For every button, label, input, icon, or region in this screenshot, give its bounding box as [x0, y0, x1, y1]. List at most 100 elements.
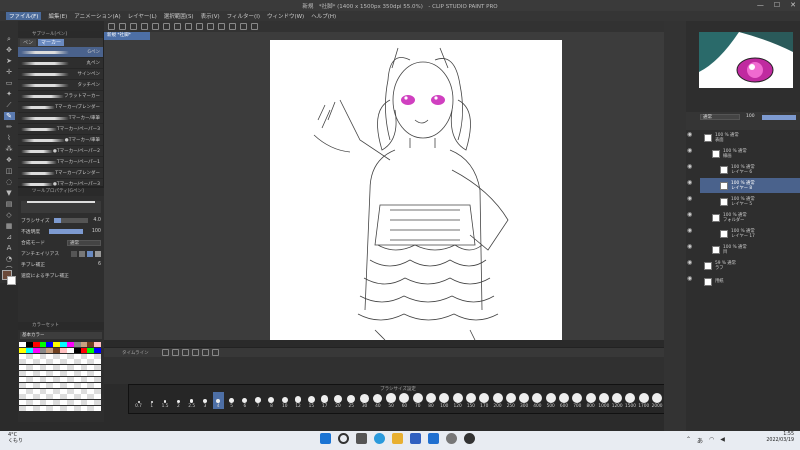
- layer-visibility-icon[interactable]: ◉: [687, 227, 692, 234]
- color-swatch[interactable]: [94, 382, 101, 388]
- auto-select-icon[interactable]: ✦: [4, 90, 15, 98]
- color-swatch[interactable]: [87, 347, 95, 353]
- brush-size-option[interactable]: 100: [439, 392, 450, 409]
- color-swatch[interactable]: [94, 342, 101, 347]
- brush-size-option[interactable]: 1000: [598, 392, 609, 409]
- color-swatch[interactable]: [87, 353, 95, 359]
- layer-visibility-icon[interactable]: ◉: [687, 243, 692, 250]
- drawing-canvas[interactable]: [270, 40, 562, 340]
- selection-tool-icon[interactable]: ▭: [4, 79, 15, 87]
- brush-item[interactable]: Gペン: [18, 47, 103, 58]
- brush-size-option[interactable]: 10: [279, 392, 290, 409]
- color-swatch[interactable]: [25, 347, 33, 353]
- color-swatch[interactable]: [46, 388, 54, 394]
- color-swatch[interactable]: [73, 365, 81, 371]
- crop-icon[interactable]: [196, 23, 203, 30]
- color-swatch[interactable]: [87, 406, 95, 412]
- loop-icon[interactable]: [201, 349, 209, 356]
- color-swatch[interactable]: [32, 371, 40, 377]
- brush-size-option[interactable]: 8: [266, 392, 277, 409]
- color-swatch[interactable]: [46, 365, 54, 371]
- brush-size-option[interactable]: 2000: [652, 392, 663, 409]
- color-swatch[interactable]: [73, 371, 81, 377]
- color-swatch[interactable]: [94, 388, 101, 394]
- brush-size-option[interactable]: 1700: [638, 392, 649, 409]
- transform-icon[interactable]: [174, 23, 181, 30]
- brush-size-option[interactable]: 70: [412, 392, 423, 409]
- color-swatch[interactable]: [73, 359, 81, 365]
- blend-mode-dropdown[interactable]: 通常: [67, 239, 101, 246]
- color-swatch[interactable]: [73, 376, 81, 382]
- color-swatch[interactable]: [66, 371, 74, 377]
- pen-tool-icon[interactable]: ✎: [3, 112, 15, 120]
- menu-animation[interactable]: アニメーション(A): [74, 12, 120, 20]
- color-swatch[interactable]: [32, 388, 40, 394]
- color-swatch[interactable]: [80, 400, 88, 406]
- color-swatch[interactable]: [60, 347, 67, 353]
- brush-item[interactable]: フラットマーカー: [18, 91, 103, 102]
- new-file-icon[interactable]: [108, 23, 115, 30]
- color-swatch[interactable]: [87, 394, 95, 400]
- navigator-thumbnail[interactable]: [699, 32, 793, 88]
- brush-size-option[interactable]: 300: [519, 392, 530, 409]
- color-swatch[interactable]: [94, 347, 101, 353]
- grid-icon[interactable]: [240, 23, 247, 30]
- tab-pen[interactable]: ペン: [20, 39, 37, 46]
- brush-size-option[interactable]: 50: [386, 392, 397, 409]
- color-swatch[interactable]: [25, 400, 33, 406]
- brush-size-option[interactable]: 40: [372, 392, 383, 409]
- layer-visibility-icon[interactable]: ◉: [687, 179, 692, 186]
- color-swatch[interactable]: [80, 342, 88, 347]
- move-tool-icon[interactable]: ✥: [4, 46, 15, 54]
- brush-size-option[interactable]: 400: [532, 392, 543, 409]
- color-swatch[interactable]: [80, 406, 88, 412]
- color-swatch[interactable]: [80, 347, 88, 353]
- brush-size-option[interactable]: 0.7: [133, 392, 144, 409]
- color-swatch[interactable]: [19, 353, 26, 359]
- layer-item[interactable]: 100 % 通常 レイヤー 17: [700, 226, 800, 241]
- color-swatch[interactable]: [80, 376, 88, 382]
- color-swatch[interactable]: [25, 394, 33, 400]
- color-swatch[interactable]: [19, 371, 26, 377]
- menu-window[interactable]: ウィンドウ(W): [267, 12, 304, 20]
- color-swatch[interactable]: [60, 371, 67, 377]
- color-swatch[interactable]: [53, 342, 60, 347]
- gradient-icon[interactable]: ▤: [4, 200, 15, 208]
- color-swatch[interactable]: [80, 394, 88, 400]
- color-swatch[interactable]: [25, 376, 33, 382]
- brush-size-option[interactable]: 4: [212, 392, 224, 409]
- color-swatch[interactable]: [19, 376, 26, 382]
- clip-studio-paint-icon[interactable]: [464, 433, 475, 444]
- balloon-tool-icon[interactable]: ◔: [4, 255, 15, 263]
- color-swatch[interactable]: [60, 359, 67, 365]
- color-swatch[interactable]: [73, 353, 81, 359]
- color-swatch[interactable]: [39, 400, 47, 406]
- color-swatch[interactable]: [73, 406, 81, 412]
- color-swatch[interactable]: [87, 359, 95, 365]
- text-tool-icon[interactable]: A: [4, 244, 15, 252]
- color-swatch[interactable]: [80, 359, 88, 365]
- brush-size-option[interactable]: 150: [465, 392, 476, 409]
- color-swatch[interactable]: [94, 365, 101, 371]
- deselect-icon[interactable]: [185, 23, 192, 30]
- color-swatch[interactable]: [66, 359, 74, 365]
- layer-visibility-icon[interactable]: ◉: [687, 195, 692, 202]
- color-swatch[interactable]: [53, 394, 60, 400]
- prev-frame-icon[interactable]: [181, 349, 189, 356]
- color-swatch[interactable]: [32, 353, 40, 359]
- fill-tool-icon[interactable]: ▼: [4, 189, 15, 197]
- layer-item[interactable]: 100 % 通常 フォルダー: [700, 210, 800, 225]
- brush-size-option[interactable]: 250: [505, 392, 516, 409]
- new-cel-icon[interactable]: [211, 349, 219, 356]
- color-swatch[interactable]: [66, 342, 74, 347]
- brush-size-option[interactable]: 30: [359, 392, 370, 409]
- eraser-icon[interactable]: ◫: [4, 167, 15, 175]
- color-swatch[interactable]: [66, 353, 74, 359]
- color-swatch[interactable]: [87, 371, 95, 377]
- brush-item[interactable]: サインペン: [18, 69, 103, 80]
- clip-studio-icon[interactable]: [446, 433, 457, 444]
- color-swatch[interactable]: [25, 353, 33, 359]
- color-swatch[interactable]: [60, 365, 67, 371]
- brush-size-option[interactable]: 6: [239, 392, 250, 409]
- color-swatch[interactable]: [53, 388, 60, 394]
